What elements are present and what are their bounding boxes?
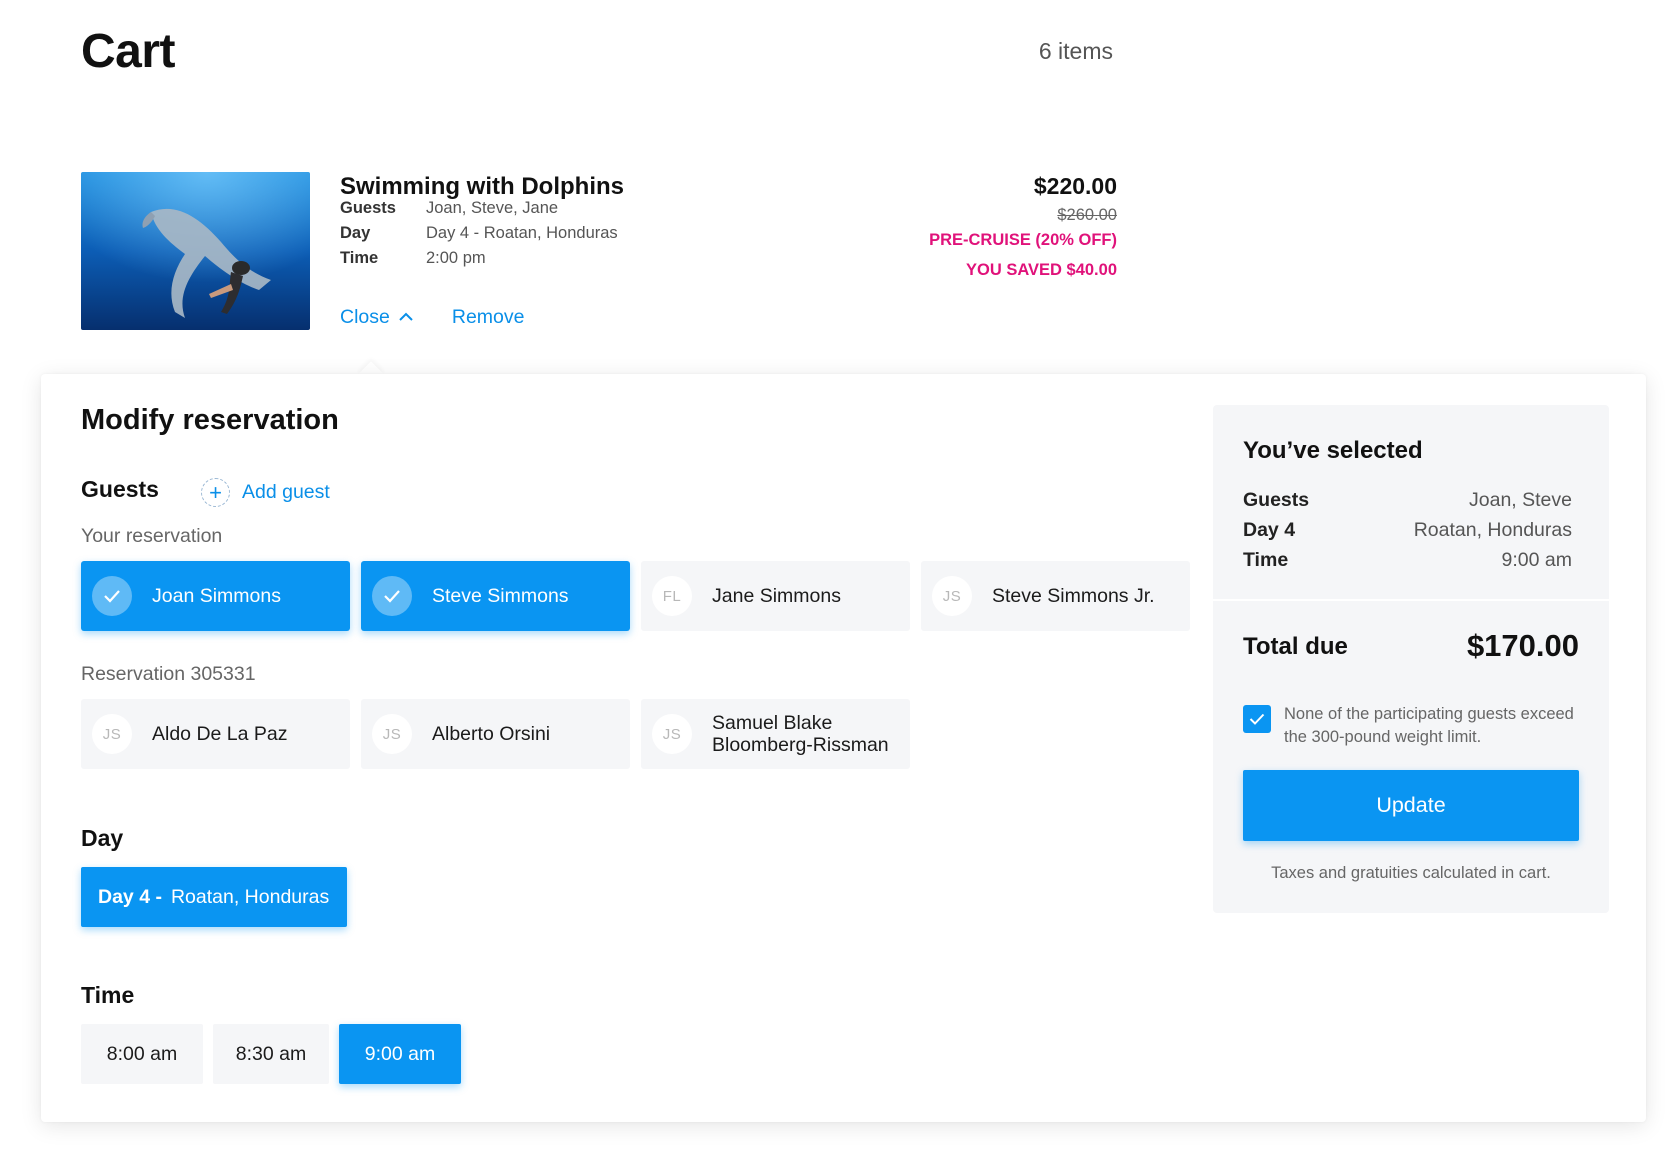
detail-row-time: Time 2:00 pm [340,249,486,268]
your-reservation-label: Your reservation [81,525,223,547]
other-reservation-label: Reservation 305331 [81,663,256,685]
time-option-8-30[interactable]: 8:30 am [213,1024,329,1084]
time-option-8-00[interactable]: 8:00 am [81,1024,203,1084]
page-title: Cart [81,25,176,78]
modify-reservation-panel: Modify reservation Guests + Add guest Yo… [41,374,1646,1122]
detail-label: Guests [340,199,396,217]
chevron-up-icon [399,312,413,321]
guest-name: Steve Simmons Jr. [992,584,1155,607]
summary-divider [1213,599,1609,601]
day-number: Day 4 - [98,885,162,908]
guest-chip-joan-simmons[interactable]: Joan Simmons [81,561,350,631]
detail-value: 2:00 pm [426,249,486,267]
check-icon [1249,713,1265,725]
original-price: $260.00 [1057,206,1117,224]
weight-limit-text: None of the participating guests exceed … [1284,705,1574,747]
summary-label: Time [1243,549,1289,571]
remove-link[interactable]: Remove [452,306,525,329]
cart-item-title: Swimming with Dolphins [340,173,624,200]
weight-limit-checkbox[interactable] [1243,705,1271,733]
summary-value: 9:00 am [1501,549,1572,571]
guest-chip-samuel-blake-bloomberg-rissman[interactable]: JS Samuel Blake Bloomberg-Rissman [641,699,910,769]
guest-name: Alberto Orsini [432,722,551,745]
close-label: Close [340,306,390,328]
update-button[interactable]: Update [1243,770,1579,841]
guest-chip-steve-simmons-jr[interactable]: JS Steve Simmons Jr. [921,561,1190,631]
detail-label: Time [340,249,379,267]
guests-heading: Guests [81,476,159,502]
guest-initials-avatar: JS [932,576,972,616]
cart-item-actions: Close Remove [340,306,524,329]
summary-value: Roatan, Honduras [1413,519,1572,541]
day-heading: Day [81,825,124,851]
total-due-label: Total due [1243,633,1348,660]
summary-label: Day 4 [1243,519,1296,541]
guest-chip-steve-simmons[interactable]: Steve Simmons [361,561,630,631]
item-price: $220.00 [1033,173,1117,199]
guest-name: Aldo De La Paz [152,722,288,745]
detail-row-guests: Guests Joan, Steve, Jane [340,199,558,218]
add-guest-label: Add guest [242,481,330,503]
detail-label: Day [340,224,371,242]
time-heading: Time [81,982,135,1008]
guest-initials-avatar: JS [372,714,412,754]
plus-icon: + [201,478,230,507]
time-option-9-00[interactable]: 9:00 am [339,1024,461,1084]
detail-row-day: Day Day 4 - Roatan, Honduras [340,224,618,243]
summary-value: Joan, Steve [1469,489,1572,511]
taxes-note: Taxes and gratuities calculated in cart. [1271,864,1551,882]
dolphin-photo [81,172,310,330]
guest-initials-avatar: FL [652,576,692,616]
total-due-value: $170.00 [1466,628,1579,663]
saved-label: YOU SAVED $40.00 [965,261,1117,279]
guest-name: Jane Simmons [712,584,841,607]
summary-row-day: Day 4 Roatan, Honduras [1243,519,1572,542]
guest-initials-avatar: JS [92,714,132,754]
summary-row-guests: Guests Joan, Steve [1243,489,1572,512]
discount-label: PRE-CRUISE (20% OFF) [929,231,1117,249]
guest-name: Joan Simmons [152,584,281,607]
summary-title: You’ve selected [1243,437,1423,464]
summary-row-time: Time 9:00 am [1243,549,1572,572]
guest-name: Steve Simmons [432,584,569,607]
modify-title: Modify reservation [81,404,339,436]
day-option-day-4[interactable]: Day 4 - Roatan, Honduras [81,867,347,927]
guest-name: Samuel Blake Bloomberg-Rissman [712,711,889,756]
guest-chip-alberto-orsini[interactable]: JS Alberto Orsini [361,699,630,769]
close-link[interactable]: Close [340,306,413,329]
day-port: Roatan, Honduras [170,885,330,908]
guest-initials-avatar: JS [652,714,692,754]
detail-value: Joan, Steve, Jane [426,199,559,217]
check-icon [372,576,412,616]
guest-chip-jane-simmons[interactable]: FL Jane Simmons [641,561,910,631]
selection-summary: You’ve selected Guests Joan, Steve Day 4… [1213,405,1609,913]
items-count: 6 items [1038,38,1113,64]
detail-value: Day 4 - Roatan, Honduras [426,224,618,242]
add-guest-button[interactable]: + Add guest [201,478,330,507]
price-block: $220.00 $260.00 PRE-CRUISE (20% OFF) YOU… [929,173,1117,280]
check-icon [92,576,132,616]
summary-label: Guests [1243,489,1310,511]
guest-chip-aldo-de-la-paz[interactable]: JS Aldo De La Paz [81,699,350,769]
